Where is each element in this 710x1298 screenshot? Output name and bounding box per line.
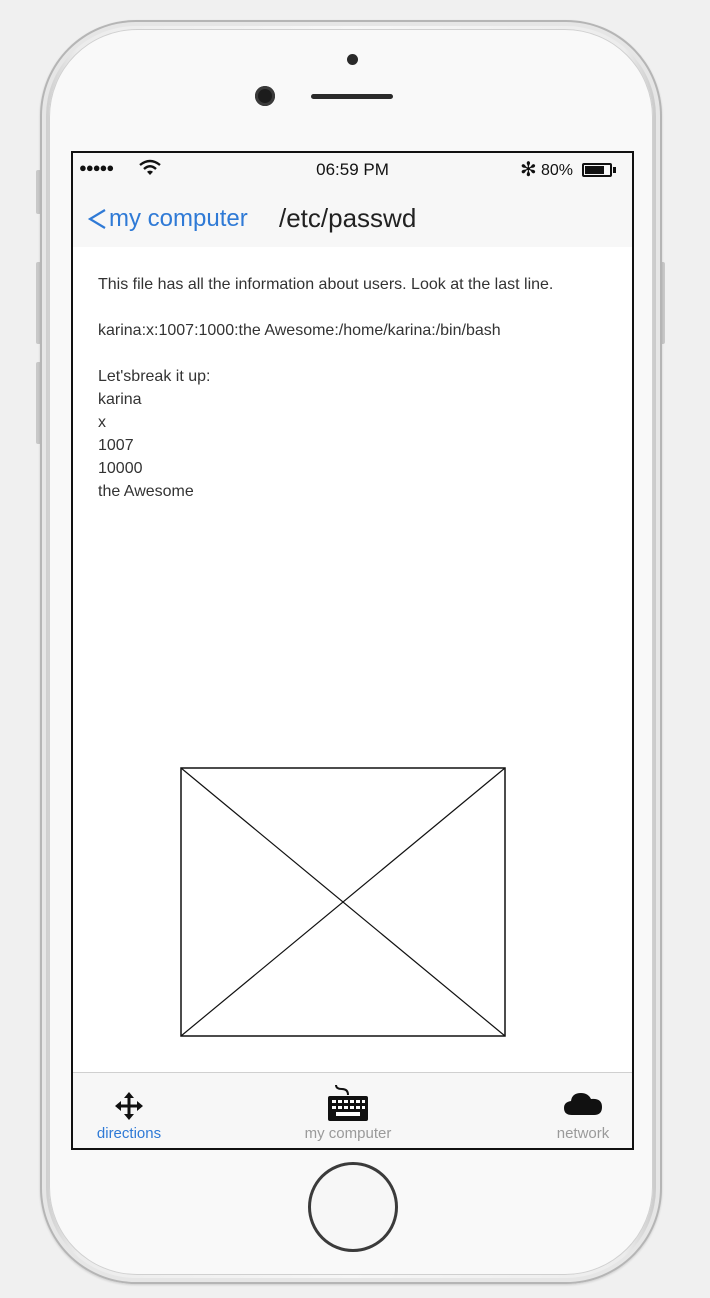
battery-level (585, 166, 604, 174)
intro-text: This file has all the information about … (98, 276, 554, 293)
bluetooth-icon: ✻ (520, 159, 537, 181)
battery-percent: 80% (541, 162, 574, 179)
screen: ●●●●● 06:59 PM ✻ 80% my computer /etc/pa… (71, 151, 634, 1150)
tab-label: network (556, 1125, 610, 1142)
status-bar: ●●●●● 06:59 PM ✻ 80% (73, 153, 632, 187)
breakdown-heading: Let'sbreak it up: (98, 368, 211, 385)
tab-bar: directions my computer network (73, 1072, 632, 1148)
navigation-bar: my computer /etc/passwd (73, 187, 632, 247)
back-button[interactable]: my computer (87, 205, 248, 233)
file-description: This file has all the information about … (98, 273, 618, 503)
list-item: 10000 (98, 460, 143, 477)
proximity-sensor (347, 54, 358, 65)
breakdown-list: karina x 1007 10000 the Awesome (98, 388, 618, 503)
device-mockup: ●●●●● 06:59 PM ✻ 80% my computer /etc/pa… (0, 0, 710, 1298)
tab-network[interactable]: network (545, 1073, 621, 1148)
earpiece-speaker (311, 94, 393, 99)
tab-label: my computer (304, 1125, 392, 1142)
list-item: 1007 (98, 437, 134, 454)
page-title: /etc/passwd (279, 203, 417, 233)
keyboard-icon (328, 1084, 368, 1121)
chevron-left-icon (87, 209, 106, 229)
image-placeholder (180, 767, 506, 1037)
passwd-line: karina:x:1007:1000:the Awesome:/home/kar… (98, 322, 501, 339)
home-button[interactable] (308, 1162, 398, 1252)
tab-label: directions (96, 1125, 162, 1142)
list-item: x (98, 414, 106, 431)
list-item: karina (98, 391, 142, 408)
front-camera (255, 86, 275, 106)
cloud-icon (564, 1093, 602, 1115)
battery-icon (582, 163, 612, 177)
list-item: the Awesome (98, 483, 194, 500)
tab-my-computer[interactable]: my computer (292, 1073, 404, 1148)
battery-tip (613, 167, 616, 173)
back-button-label: my computer (109, 205, 248, 232)
tab-directions[interactable]: directions (87, 1073, 171, 1148)
move-arrows-icon (115, 1092, 143, 1120)
